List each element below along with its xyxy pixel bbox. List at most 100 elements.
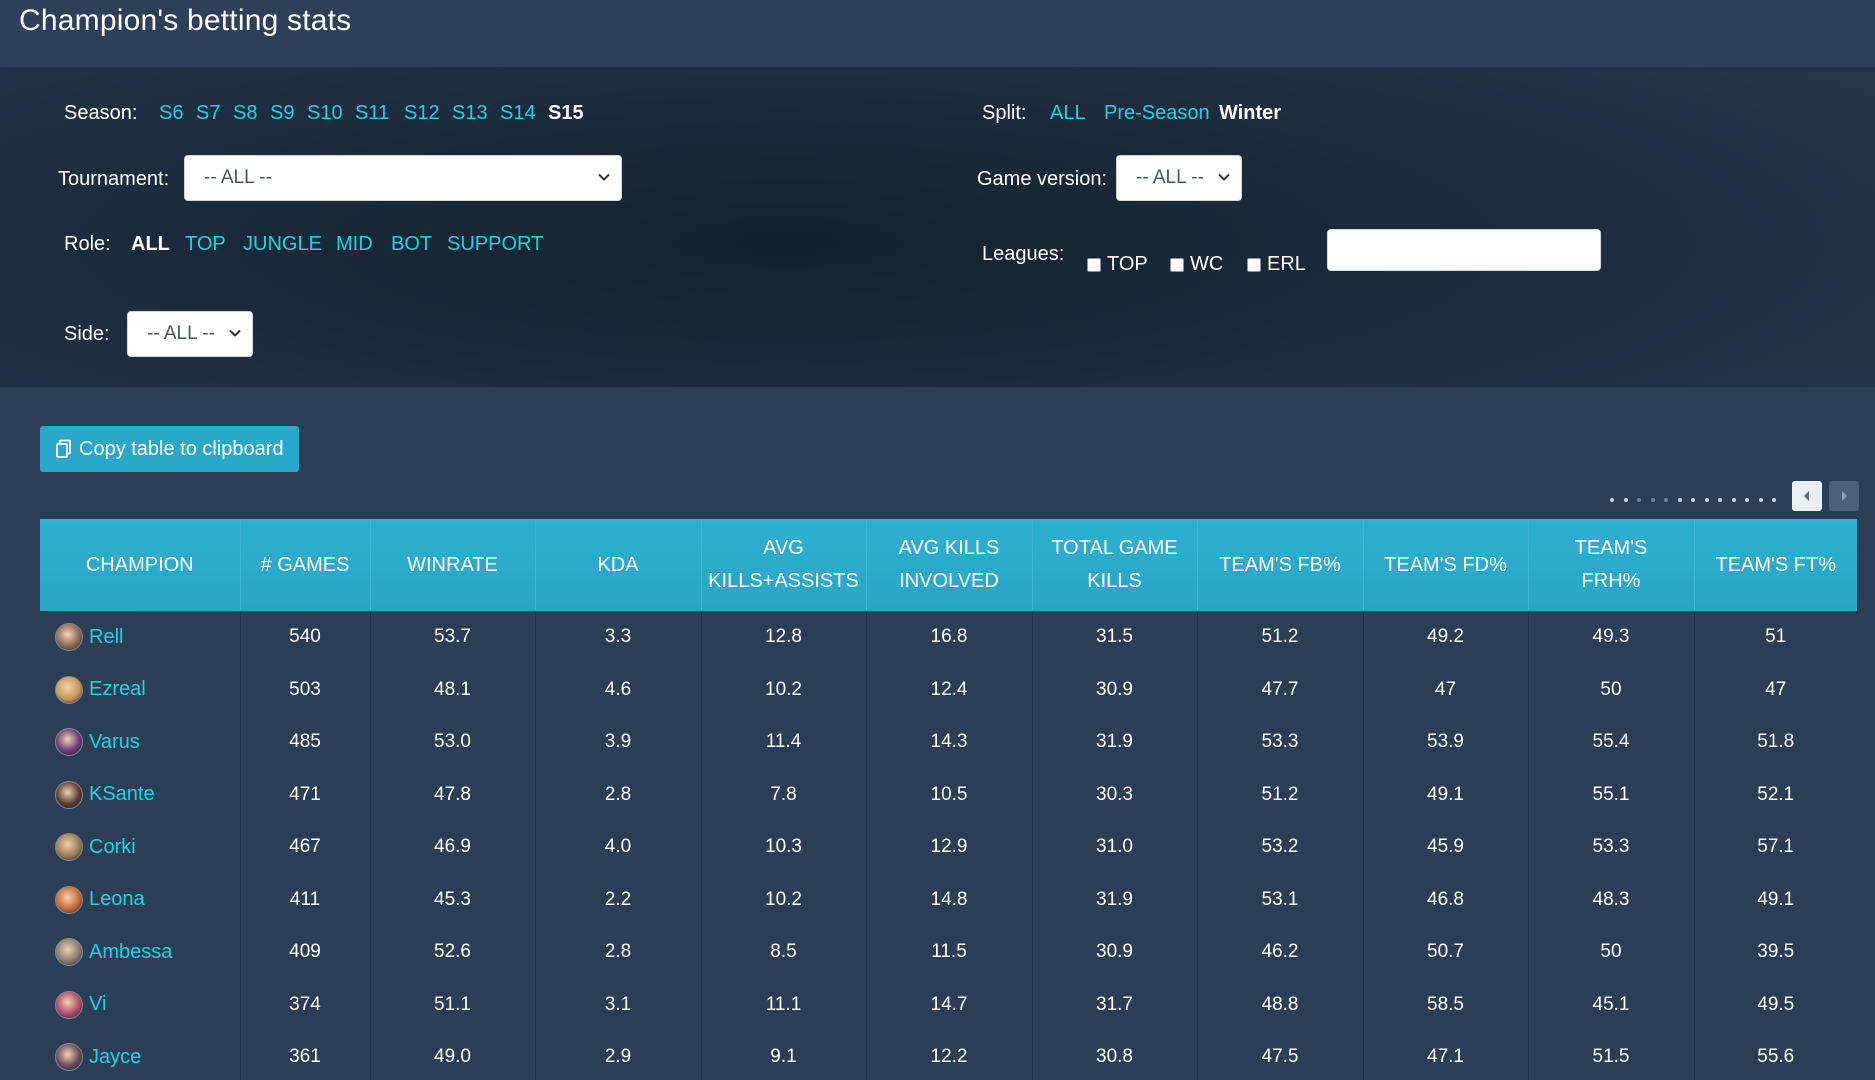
chevron-down-icon [1218, 173, 1230, 181]
role-option-all[interactable]: ALL [131, 233, 170, 256]
champion-link[interactable]: Rell [55, 623, 240, 652]
champion-link[interactable]: Jayce [55, 1043, 240, 1072]
page-header: Champion's betting stats [0, 0, 1875, 67]
role-label: Role: [64, 233, 111, 255]
season-label: Season: [64, 102, 138, 124]
column-header[interactable]: TOTAL GAME KILLS [1031, 519, 1197, 611]
season-option-s15[interactable]: S15 [548, 102, 584, 125]
role-option-jungle[interactable]: JUNGLE [243, 233, 322, 256]
checkbox-icon[interactable] [1170, 257, 1184, 272]
stat-cell: 3.1 [534, 978, 701, 1031]
table-row: Rell 540 53.7 3.3 12.8 16.8 31.5 51.2 49.2 49.3 51 [40, 611, 1857, 664]
stat-cell: 53.0 [369, 716, 535, 769]
season-option-s10[interactable]: S10 [307, 102, 343, 125]
league-checkbox-wc[interactable]: WC [1170, 253, 1223, 276]
stat-cell: 55.1 [1527, 768, 1694, 821]
champion-link[interactable]: Leona [55, 885, 240, 914]
champion-name[interactable]: Corki [89, 836, 136, 859]
league-checkbox-erl[interactable]: ERL [1247, 253, 1306, 276]
stat-cell: 45.3 [369, 873, 535, 926]
stat-cell: 10.2 [700, 873, 866, 926]
season-option-s7[interactable]: S7 [196, 102, 220, 125]
stat-cell: 409 [239, 926, 370, 979]
scroll-left-button[interactable] [1792, 481, 1822, 511]
stat-cell: 49.5 [1693, 978, 1857, 1031]
champion-name[interactable]: KSante [89, 783, 155, 806]
stat-cell: 57.1 [1693, 821, 1857, 874]
stat-cell: 467 [239, 821, 370, 874]
column-header[interactable]: TEAM'S FT% [1693, 519, 1857, 611]
league-checkbox-top[interactable]: TOP [1087, 253, 1148, 276]
champion-link[interactable]: Vi [55, 990, 240, 1019]
game-version-select[interactable]: -- ALL -- [1116, 155, 1242, 201]
copy-table-button[interactable]: Copy table to clipboard [40, 426, 299, 472]
stat-cell: 51 [1693, 611, 1857, 664]
champion-name[interactable]: Ambessa [89, 941, 172, 964]
champion-name[interactable]: Leona [89, 888, 145, 911]
column-header[interactable]: KDA [534, 519, 701, 611]
column-header[interactable]: # GAMES [239, 519, 370, 611]
season-option-s9[interactable]: S9 [270, 102, 294, 125]
scroll-right-button[interactable] [1829, 481, 1859, 511]
champion-name[interactable]: Jayce [89, 1046, 141, 1069]
champion-name[interactable]: Rell [89, 626, 123, 649]
league-checkbox-erl-label: ERL [1267, 253, 1306, 275]
column-header[interactable]: TEAM'S FB% [1196, 519, 1363, 611]
stat-cell: 8.5 [700, 926, 866, 979]
champion-link[interactable]: Ezreal [55, 675, 240, 704]
chevron-down-icon [229, 329, 241, 337]
column-header[interactable]: AVG KILLS INVOLVED [865, 519, 1032, 611]
season-option-s12[interactable]: S12 [404, 102, 440, 125]
leagues-search-input[interactable] [1327, 229, 1601, 271]
column-header[interactable]: AVG KILLS+ASSISTS [700, 519, 866, 611]
page-title: Champion's betting stats [19, 4, 352, 37]
stat-cell: 39.5 [1693, 926, 1857, 979]
champion-link[interactable]: Ambessa [55, 938, 240, 967]
champion-name[interactable]: Vi [89, 993, 106, 1016]
champion-link[interactable]: Corki [55, 833, 240, 862]
champion-cell: Vi [40, 978, 240, 1031]
stat-cell: 31.5 [1031, 611, 1197, 664]
side-select[interactable]: -- ALL -- [127, 311, 253, 357]
season-option-s14[interactable]: S14 [500, 102, 536, 125]
column-header-label: INVOLVED [899, 570, 999, 592]
champion-link[interactable]: Varus [55, 728, 240, 757]
scroll-dot [1677, 498, 1682, 502]
role-option-mid[interactable]: MID [336, 233, 373, 256]
column-header[interactable]: TEAM'S FRH% [1527, 519, 1694, 611]
stat-cell: 55.4 [1527, 716, 1694, 769]
split-option-winter[interactable]: Winter [1219, 102, 1281, 125]
champion-name[interactable]: Ezreal [89, 678, 146, 701]
season-option-s8[interactable]: S8 [233, 102, 257, 125]
champion-cell: KSante [40, 768, 240, 821]
stat-cell: 16.8 [865, 611, 1032, 664]
stat-cell: 7.8 [700, 768, 866, 821]
checkbox-icon[interactable] [1247, 257, 1261, 272]
split-option-all[interactable]: ALL [1050, 102, 1086, 125]
column-header[interactable]: CHAMPION [40, 519, 240, 611]
stat-cell: 471 [239, 768, 370, 821]
stat-cell: 49.2 [1362, 611, 1528, 664]
role-option-bot[interactable]: BOT [391, 233, 432, 256]
season-option-s13[interactable]: S13 [452, 102, 488, 125]
role-option-top[interactable]: TOP [185, 233, 226, 256]
stat-cell: 9.1 [700, 1031, 866, 1080]
column-header[interactable]: WINRATE [369, 519, 535, 611]
scroll-dot [1718, 498, 1722, 502]
checkbox-icon[interactable] [1087, 257, 1101, 272]
split-option-pre-season[interactable]: Pre-Season [1104, 102, 1210, 125]
stat-cell: 53.3 [1527, 821, 1694, 874]
stat-cell: 3.9 [534, 716, 701, 769]
season-option-s11[interactable]: S11 [355, 102, 389, 125]
table-row: KSante 471 47.8 2.8 7.8 10.5 30.3 51.2 49.1 55.1 5… [40, 768, 1857, 821]
stat-cell: 46.8 [1362, 873, 1528, 926]
champion-avatar [55, 623, 83, 652]
season-option-s6[interactable]: S6 [159, 102, 183, 125]
game-version-select-value: -- ALL -- [1136, 167, 1204, 188]
role-option-support[interactable]: SUPPORT [447, 233, 543, 256]
stat-cell: 4.0 [534, 821, 701, 874]
champion-link[interactable]: KSante [55, 780, 240, 809]
tournament-select[interactable]: -- ALL -- [184, 155, 622, 201]
champion-name[interactable]: Varus [89, 731, 140, 754]
column-header[interactable]: TEAM'S FD% [1362, 519, 1528, 611]
